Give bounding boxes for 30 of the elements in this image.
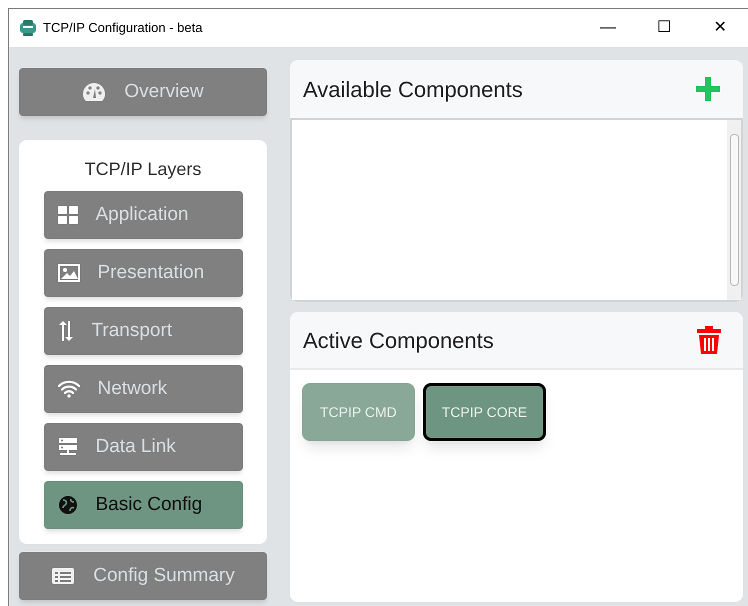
layer-tab[interactable]: Network: [44, 365, 242, 413]
window-title: TCP/IP Configuration - beta: [43, 19, 202, 38]
list-icon: [51, 567, 76, 585]
layer-tab[interactable]: Transport: [44, 307, 242, 355]
scrollbar[interactable]: [727, 120, 741, 300]
active-components-heading: Active Components: [303, 326, 494, 355]
maximize-button[interactable]: ☐: [636, 9, 692, 47]
component-chip[interactable]: TCPIP CMD: [302, 383, 415, 441]
layer-tab[interactable]: Basic Config: [44, 481, 242, 529]
trash-icon[interactable]: [696, 325, 722, 355]
add-icon[interactable]: [694, 75, 722, 103]
globe-icon: [58, 495, 78, 515]
gauge-icon: [82, 82, 106, 102]
component-chip[interactable]: TCPIP CORE: [422, 383, 546, 441]
close-button[interactable]: ✕: [692, 9, 748, 47]
server-icon: [58, 437, 78, 457]
minimize-button[interactable]: —: [580, 9, 636, 47]
wifi-icon: [58, 380, 80, 398]
layer-tab[interactable]: Data Link: [44, 423, 242, 471]
app-logo-icon: [19, 19, 37, 37]
config-summary-button[interactable]: Config Summary: [19, 552, 267, 600]
overview-button[interactable]: Overview: [19, 68, 267, 116]
layer-tab[interactable]: Application: [44, 191, 242, 239]
layers-heading: TCP/IP Layers: [84, 158, 202, 181]
image-icon: [58, 264, 80, 282]
up-down-arrows-icon: [58, 320, 74, 342]
grid-icon: [58, 206, 78, 224]
available-components-heading: Available Components: [303, 76, 523, 104]
layer-tab[interactable]: Presentation: [44, 249, 242, 297]
component-list[interactable]: [290, 118, 743, 302]
